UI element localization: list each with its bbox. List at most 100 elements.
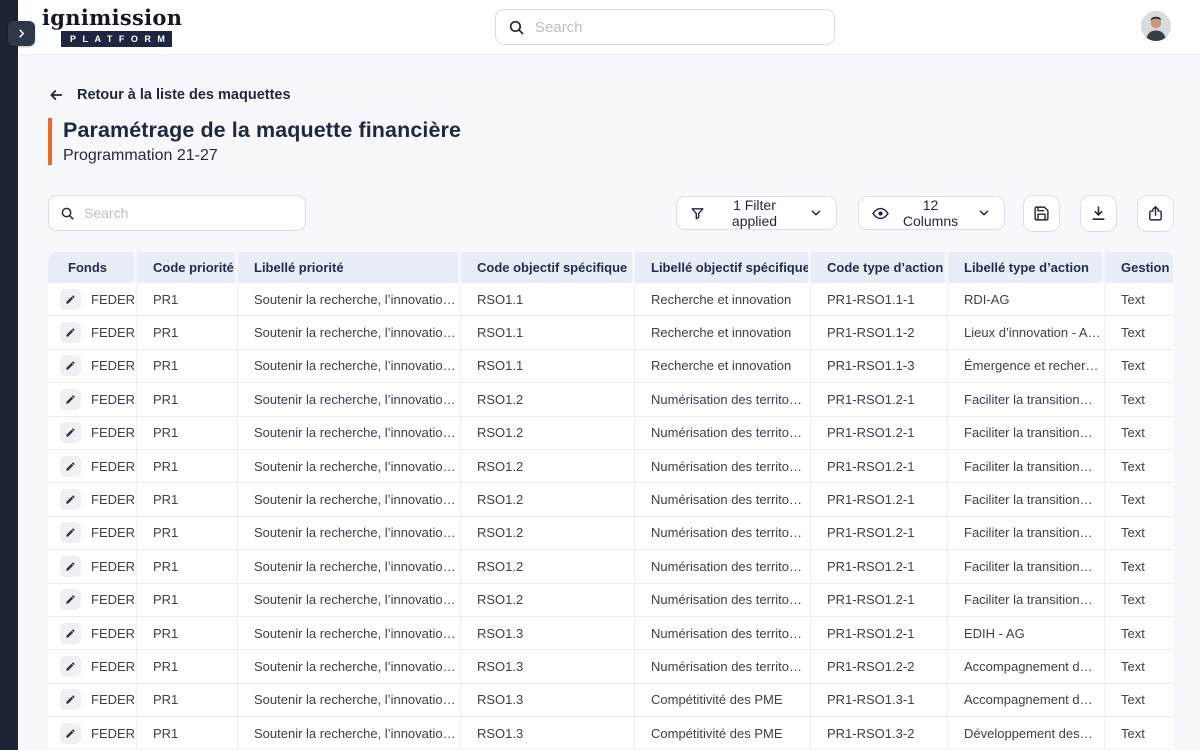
table-row: FEDERPR1Soutenir la recherche, l’innovat… (48, 650, 1173, 683)
cell-libelle-priorite: Soutenir la recherche, l’innovatio… (238, 584, 461, 617)
column-header-code-objectif-specifique: Code objectif spécifique (461, 252, 635, 283)
cell-libelle-priorite: Soutenir la recherche, l’innovatio… (238, 684, 461, 717)
edit-row-button[interactable] (60, 422, 81, 443)
columns-dropdown-button[interactable]: 12 Columns (858, 196, 1005, 230)
edit-row-button[interactable] (60, 589, 81, 610)
fonds-value: FEDER (91, 492, 135, 507)
pencil-icon (65, 728, 76, 739)
global-search-input[interactable] (535, 19, 822, 36)
edit-row-button[interactable] (60, 522, 81, 543)
page-title-block: Paramétrage de la maquette financière Pr… (48, 118, 461, 165)
cell-code-priorite: PR1 (137, 550, 238, 583)
edit-row-button[interactable] (60, 489, 81, 510)
pencil-icon (65, 694, 76, 705)
cell-fonds: FEDER (48, 717, 137, 750)
cell-code-priorite: PR1 (137, 417, 238, 450)
chevron-right-icon (16, 28, 27, 39)
fonds-value: FEDER (91, 358, 135, 373)
cell-code-objectif-specifique: RSO1.2 (461, 383, 635, 416)
edit-row-button[interactable] (60, 656, 81, 677)
cell-libelle-priorite: Soutenir la recherche, l’innovatio… (238, 417, 461, 450)
cell-gestion: Text (1105, 350, 1173, 383)
topbar: ignimission PLATFORM (18, 0, 1200, 55)
save-view-button[interactable] (1023, 195, 1060, 232)
cell-code-type-action: PR1-RSO1.2-1 (811, 450, 948, 483)
cell-code-objectif-specifique: RSO1.2 (461, 417, 635, 450)
cell-libelle-type-action: Accompagnement d… (948, 650, 1105, 683)
user-avatar[interactable] (1141, 11, 1171, 41)
cell-code-type-action: PR1-RSO1.3-1 (811, 684, 948, 717)
avatar-photo (1141, 11, 1171, 41)
save-icon (1033, 205, 1050, 222)
cell-code-type-action: PR1-RSO1.2-1 (811, 383, 948, 416)
cell-code-type-action: PR1-RSO1.2-2 (811, 650, 948, 683)
cell-libelle-priorite: Soutenir la recherche, l’innovatio… (238, 450, 461, 483)
cell-code-type-action: PR1-RSO1.2-1 (811, 550, 948, 583)
app-logo: ignimission PLATFORM (42, 7, 214, 47)
column-header-libelle-type-action: Libellé type d’action (948, 252, 1105, 283)
table-body: FEDERPR1Soutenir la recherche, l’innovat… (48, 283, 1173, 750)
download-button[interactable] (1080, 195, 1117, 232)
cell-libelle-type-action: Faciliter la transition… (948, 517, 1105, 550)
export-button[interactable] (1137, 195, 1174, 232)
table-search-input[interactable] (84, 205, 294, 221)
global-search (495, 9, 835, 45)
sidebar-expand-button[interactable] (8, 21, 35, 46)
table-header-row: Fonds Code priorité Libellé priorité Cod… (48, 252, 1173, 283)
cell-code-objectif-specifique: RSO1.3 (461, 617, 635, 650)
edit-row-button[interactable] (60, 623, 81, 644)
cell-libelle-priorite: Soutenir la recherche, l’innovatio… (238, 517, 461, 550)
collapsed-sidebar (0, 0, 18, 750)
cell-libelle-type-action: Faciliter la transition… (948, 550, 1105, 583)
cell-libelle-objectif-specifique: Numérisation des territo… (635, 584, 811, 617)
edit-row-button[interactable] (60, 389, 81, 410)
table-row: FEDERPR1Soutenir la recherche, l’innovat… (48, 617, 1173, 650)
table-row: FEDERPR1Soutenir la recherche, l’innovat… (48, 417, 1173, 450)
edit-row-button[interactable] (60, 355, 81, 376)
cell-libelle-type-action: Développement des… (948, 717, 1105, 750)
table-row: FEDERPR1Soutenir la recherche, l’innovat… (48, 350, 1173, 383)
cell-libelle-priorite: Soutenir la recherche, l’innovatio… (238, 717, 461, 750)
cell-gestion: Text (1105, 650, 1173, 683)
cell-gestion: Text (1105, 417, 1173, 450)
column-header-gestion: Gestion d (1105, 252, 1173, 283)
cell-libelle-objectif-specifique: Compétitivité des PME (635, 684, 811, 717)
edit-row-button[interactable] (60, 689, 81, 710)
edit-row-button[interactable] (60, 556, 81, 577)
column-header-libelle-objectif-specifique: Libellé objectif spécifique (635, 252, 811, 283)
cell-code-objectif-specifique: RSO1.1 (461, 283, 635, 316)
back-link-label: Retour à la liste des maquettes (77, 87, 291, 103)
cell-fonds: FEDER (48, 383, 137, 416)
cell-code-priorite: PR1 (137, 316, 238, 349)
cell-fonds: FEDER (48, 650, 137, 683)
cell-code-objectif-specifique: RSO1.3 (461, 650, 635, 683)
table-row: FEDERPR1Soutenir la recherche, l’innovat… (48, 550, 1173, 583)
cell-libelle-type-action: EDIH - AG (948, 617, 1105, 650)
edit-row-button[interactable] (60, 289, 81, 310)
cell-libelle-priorite: Soutenir la recherche, l’innovatio… (238, 350, 461, 383)
filter-funnel-icon (690, 206, 705, 221)
download-icon (1090, 205, 1107, 222)
table-row: FEDERPR1Soutenir la recherche, l’innovat… (48, 584, 1173, 617)
chevron-down-icon (809, 206, 823, 220)
fonds-value: FEDER (91, 292, 135, 307)
pencil-icon (65, 561, 76, 572)
cell-code-objectif-specifique: RSO1.2 (461, 483, 635, 516)
cell-code-objectif-specifique: RSO1.2 (461, 517, 635, 550)
page-subtitle: Programmation 21-27 (63, 147, 461, 165)
filter-dropdown-button[interactable]: 1 Filter applied (676, 196, 837, 230)
logo-wordmark: ignimission (42, 7, 214, 29)
cell-code-type-action: PR1-RSO1.1-2 (811, 316, 948, 349)
cell-libelle-objectif-specifique: Numérisation des territo… (635, 517, 811, 550)
cell-fonds: FEDER (48, 417, 137, 450)
table-search (48, 195, 306, 231)
logo-badge: PLATFORM (61, 31, 172, 47)
back-link[interactable]: Retour à la liste des maquettes (48, 87, 291, 103)
cell-libelle-objectif-specifique: Numérisation des territo… (635, 483, 811, 516)
edit-row-button[interactable] (60, 456, 81, 477)
edit-row-button[interactable] (60, 322, 81, 343)
cell-fonds: FEDER (48, 684, 137, 717)
cell-code-objectif-specifique: RSO1.3 (461, 717, 635, 750)
edit-row-button[interactable] (60, 723, 81, 744)
cell-libelle-priorite: Soutenir la recherche, l’innovatio… (238, 383, 461, 416)
